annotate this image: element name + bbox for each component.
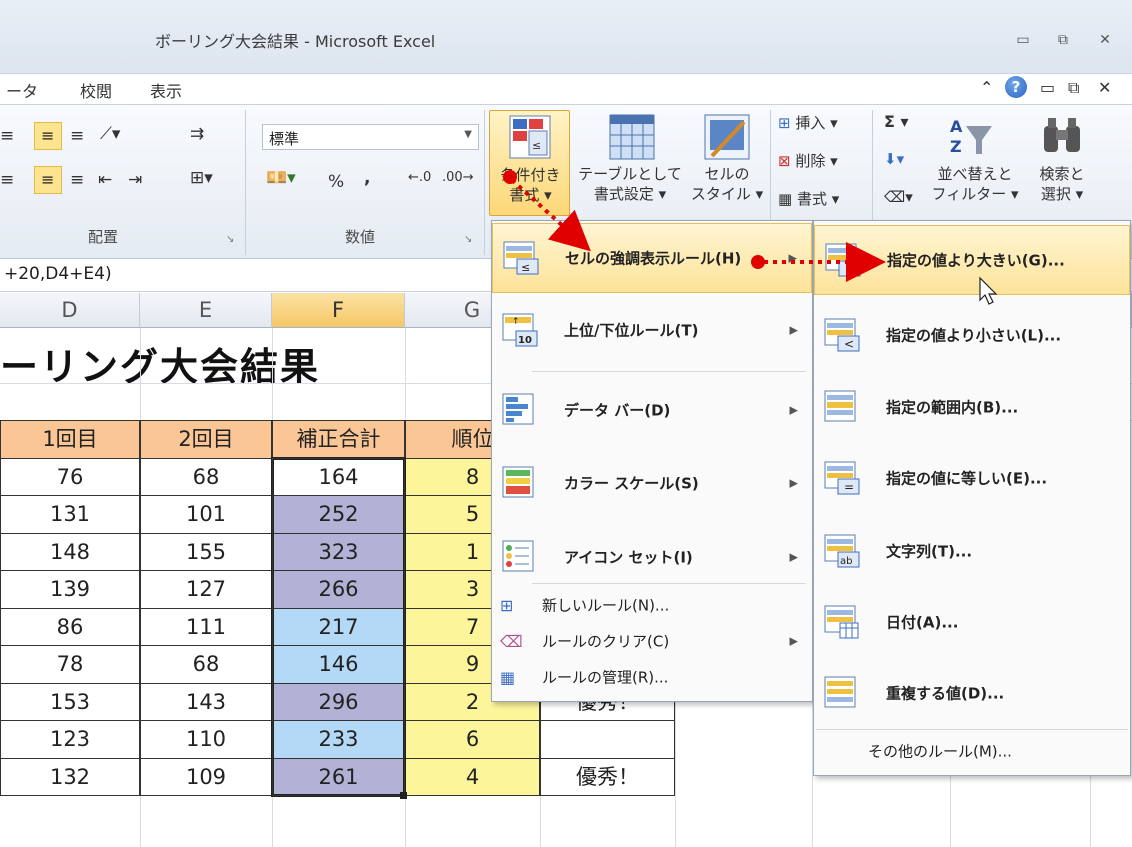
mouse-cursor-icon <box>979 276 998 305</box>
annotation-overlay <box>503 170 998 305</box>
annotation-dot <box>751 255 765 269</box>
annotation-arrow <box>510 178 591 252</box>
